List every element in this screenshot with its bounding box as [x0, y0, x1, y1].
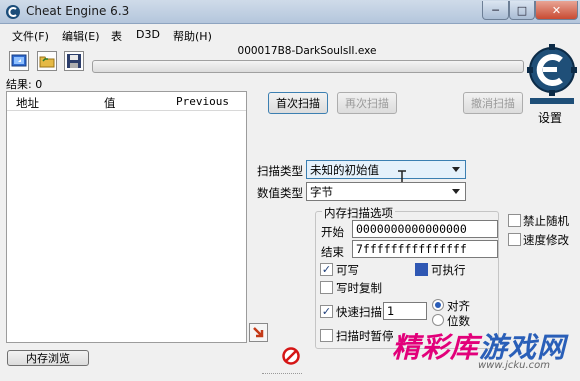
stop-address-input[interactable]: 7fffffffffffffff: [352, 240, 498, 258]
chevron-down-icon: [452, 189, 460, 194]
pause-while-scanning-checkbox[interactable]: [320, 329, 333, 342]
copy-on-write-checkbox[interactable]: [320, 281, 333, 294]
results-header: 地址 值 Previous: [7, 92, 246, 111]
writable-checkbox[interactable]: ✓: [320, 263, 333, 276]
first-scan-button[interactable]: 首次扫描: [268, 92, 328, 114]
scan-type-value: 未知的初始值: [310, 162, 379, 177]
cheat-engine-logo-icon[interactable]: [527, 44, 577, 106]
no-sign-icon: [282, 347, 300, 365]
alignment-label: 对齐: [447, 299, 470, 313]
select-process-button[interactable]: [9, 51, 29, 71]
save-button[interactable]: [64, 51, 84, 71]
executable-label: 可执行: [431, 263, 466, 277]
scan-type-select[interactable]: 未知的初始值: [306, 160, 466, 179]
start-address-label: 开始: [321, 225, 344, 239]
minimize-button[interactable]: ─: [482, 1, 509, 20]
process-name: 000017B8-DarkSoulsII.exe: [237, 45, 377, 57]
settings-label[interactable]: 设置: [538, 109, 562, 126]
maximize-icon: □: [516, 3, 528, 17]
scan-type-label: 扫描类型: [257, 164, 303, 178]
floppy-disk-icon: [67, 54, 81, 68]
cheat-engine-app-icon: [6, 5, 20, 19]
disable-random-label: 禁止随机: [523, 214, 569, 228]
title-bar: Cheat Engine 6.3 ─ □ ✕: [0, 0, 580, 24]
menu-d3d[interactable]: D3D: [136, 28, 160, 41]
menu-edit[interactable]: 编辑(E): [62, 28, 100, 44]
start-address-input[interactable]: 0000000000000000: [352, 220, 498, 238]
executable-checkbox[interactable]: [415, 263, 428, 276]
menu-table[interactable]: 表: [111, 28, 122, 44]
window-title: Cheat Engine 6.3: [26, 4, 130, 18]
watermark-url: www.jcku.com: [478, 360, 551, 371]
memory-view-button[interactable]: 内存浏览: [7, 350, 89, 366]
pause-while-scanning-label: 扫描时暂停: [336, 329, 394, 343]
watermark-part1: 精彩库: [392, 331, 480, 364]
arrow-down-right-icon: [252, 326, 263, 337]
fast-scan-alignment-input[interactable]: 1: [383, 302, 427, 320]
chevron-down-icon: [452, 167, 460, 172]
minimize-icon: ─: [492, 3, 499, 17]
fast-scan-checkbox[interactable]: ✓: [320, 305, 333, 318]
undo-scan-button[interactable]: 撤消扫描: [463, 92, 523, 114]
copy-on-write-label: 写时复制: [336, 281, 382, 295]
column-previous[interactable]: Previous: [176, 95, 229, 108]
open-folder-icon: [39, 56, 55, 68]
close-icon: ✕: [551, 3, 562, 17]
results-list[interactable]: 地址 值 Previous: [6, 91, 247, 343]
alignment-radio[interactable]: [432, 299, 444, 311]
open-file-button[interactable]: [37, 51, 57, 71]
scan-progress-bar: [92, 60, 524, 73]
speedhack-label: 速度修改: [523, 233, 569, 247]
menu-bar: 文件(F) 编辑(E) 表 D3D 帮助(H): [0, 25, 580, 45]
add-address-button[interactable]: [249, 323, 268, 342]
menu-file[interactable]: 文件(F): [12, 28, 49, 44]
stop-address-label: 结束: [321, 245, 344, 259]
last-digits-radio[interactable]: [432, 314, 444, 326]
clear-list-button[interactable]: [282, 347, 300, 365]
maximize-button[interactable]: □: [509, 1, 535, 20]
value-type-label: 数值类型: [257, 186, 303, 200]
fast-scan-label: 快速扫描: [336, 305, 382, 319]
column-address[interactable]: 地址: [16, 95, 39, 111]
next-scan-button[interactable]: 再次扫描: [337, 92, 397, 114]
close-button[interactable]: ✕: [535, 1, 578, 20]
results-count: 结果: 0: [6, 78, 43, 91]
column-value[interactable]: 值: [104, 95, 116, 111]
menu-help[interactable]: 帮助(H): [173, 28, 212, 44]
memory-scan-options-title: 内存扫描选项: [322, 205, 395, 221]
disable-random-checkbox[interactable]: [508, 214, 521, 227]
select-process-icon: [11, 54, 27, 67]
speedhack-checkbox[interactable]: [508, 233, 521, 246]
writable-label: 可写: [336, 263, 359, 277]
value-type-value: 字节: [310, 184, 333, 199]
value-type-select[interactable]: 字节: [306, 182, 466, 201]
splitter-grip[interactable]: [262, 373, 302, 377]
